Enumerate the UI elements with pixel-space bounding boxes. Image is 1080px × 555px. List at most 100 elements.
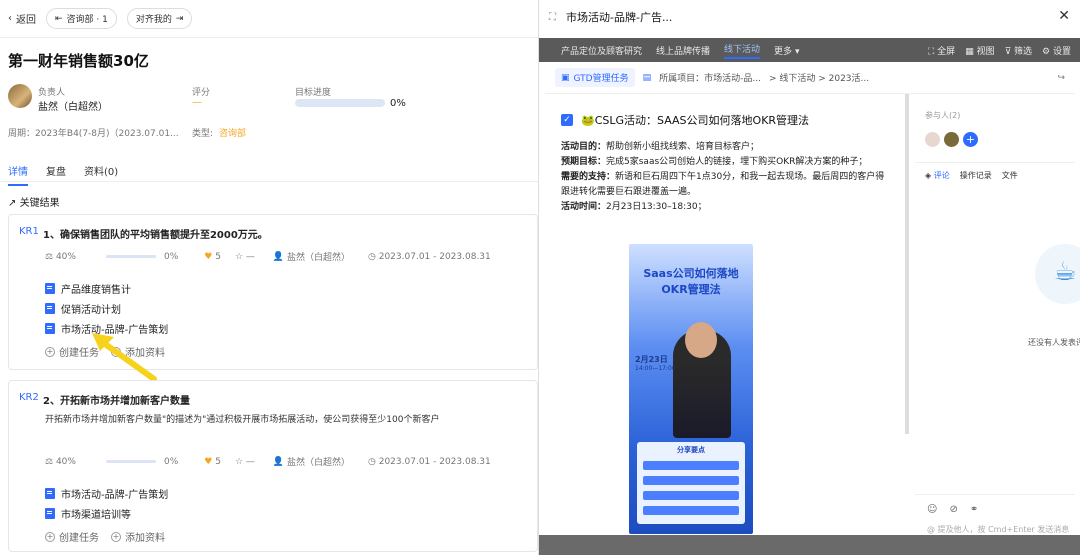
- crumb-tail[interactable]: > 线下活动 > 2023活...: [769, 71, 869, 84]
- task-label: 市场活动-品牌-广告策划: [61, 490, 169, 501]
- kr2-progress: 0%: [163, 456, 179, 467]
- kr1-owner[interactable]: 盐然（白超然）: [287, 250, 350, 263]
- target-label: 预期目标：: [561, 157, 607, 167]
- kr2-desc: 开拓新市场并增加新客户数量"的描述为"通过积极开展市场拓展活动，使公司获得至少1…: [45, 415, 440, 425]
- heart-icon: ♥: [204, 251, 213, 262]
- kr2-owner[interactable]: 盐然（白超然）: [287, 455, 350, 468]
- team-pill-label: 咨询部 · 1: [66, 15, 108, 25]
- avatar[interactable]: [925, 132, 940, 147]
- share-icon[interactable]: ↪: [1057, 73, 1065, 83]
- goal-text: 帮助创新小组找线索、培育目标客户；: [606, 142, 760, 152]
- poster-row: [643, 476, 739, 485]
- kr1-title[interactable]: 1、确保销售团队的平均销售额提升至2000万元。: [43, 226, 268, 241]
- trend-icon: ↗: [8, 198, 17, 209]
- kr1-task-2[interactable]: 促销活动计划: [45, 301, 121, 316]
- task-doc-icon: [45, 488, 55, 499]
- tab-operation-log[interactable]: 操作记录: [960, 170, 992, 181]
- side-tabs: ◈ 评论 操作记录 文件: [925, 170, 1018, 181]
- task-description: 活动目的：帮助创新小组找线索、培育目标客户； 预期目标：完成5家saas公司创始…: [561, 140, 891, 215]
- task-detail: ▣ GTD管理任务 ▤ 所属项目：市场活动-品... > 线下活动 > 2023活…: [545, 62, 1080, 555]
- task-checkbox[interactable]: ✓: [561, 114, 573, 126]
- owner-value[interactable]: 盐然（白超然）: [38, 98, 108, 113]
- back-button[interactable]: ‹ 返回: [8, 11, 36, 26]
- content-scrollbar[interactable]: [905, 94, 909, 434]
- kr2-create-task-button[interactable]: + 创建任务: [45, 529, 99, 544]
- tab-divider: [0, 181, 538, 182]
- kr2-confidence[interactable]: 5: [215, 457, 221, 467]
- fullscreen-button[interactable]: ⛶ 全屏: [928, 44, 955, 57]
- close-icon[interactable]: ✕: [1058, 8, 1070, 24]
- attachment-icon[interactable]: ⊘: [949, 504, 957, 515]
- clock-icon: ◷: [368, 251, 376, 262]
- tab-online-brand[interactable]: 线上品牌传播: [656, 44, 710, 57]
- team-pill[interactable]: ⇤ 咨询部 · 1: [46, 8, 117, 29]
- kr1-date[interactable]: 2023.07.01 - 2023.08.31: [379, 252, 491, 262]
- gtd-icon: ▣: [561, 72, 570, 83]
- comment-input[interactable]: @ 提及他人，按 Cmd+Enter 发送消息: [927, 524, 1069, 535]
- view-button[interactable]: ▦ 视图: [965, 44, 994, 57]
- emoji-icon[interactable]: ☺: [927, 504, 937, 515]
- drawer-header: ⛶ 市场活动-品牌-广告... ✕: [539, 0, 1080, 34]
- poster-time: 14:00—17:00: [635, 365, 676, 372]
- tab-review[interactable]: 复盘: [46, 163, 66, 178]
- tab-comments[interactable]: ◈ 评论: [925, 170, 950, 181]
- heart-icon: ♥: [204, 456, 213, 467]
- kr2-task-1[interactable]: 市场活动-品牌-广告策划: [45, 486, 168, 501]
- poster-title: Saas公司如何落地OKR管理法: [643, 267, 739, 296]
- user-icon: 👤: [272, 456, 285, 467]
- kr2-task-2[interactable]: 市场渠道培训等: [45, 506, 131, 521]
- kr2-card[interactable]: KR2 2、开拓新市场并增加新客户数量 开拓新市场并增加新客户数量"的描述为"通…: [8, 380, 538, 552]
- score-value[interactable]: —: [192, 97, 202, 108]
- task-doc-icon: [45, 323, 55, 334]
- project-crumb[interactable]: 所属项目：市场活动-品...: [659, 71, 761, 84]
- kr2-add-material-button[interactable]: + 添加资料: [111, 529, 165, 544]
- task-doc-icon: [45, 508, 55, 519]
- gtd-label: GTD管理任务: [573, 74, 629, 84]
- gtd-badge[interactable]: ▣ GTD管理任务: [555, 68, 635, 87]
- time-label: 活动时间：: [561, 202, 607, 212]
- kr2-mini-progress: [105, 460, 156, 463]
- kr1-task-1[interactable]: 产品维度销售计: [45, 281, 131, 296]
- avatar[interactable]: [8, 84, 32, 108]
- kr1-create-task-button[interactable]: + 创建任务: [45, 344, 99, 359]
- clock-icon: ◷: [368, 456, 376, 467]
- filter-button[interactable]: ⊽ 筛选: [1005, 44, 1032, 57]
- poster-share-title: 分享要点: [677, 446, 705, 454]
- period-text: 周期：2023年B4(7-8月)（2023.07.01...: [8, 129, 179, 139]
- kr2-title[interactable]: 2、开拓新市场并增加新客户数量: [43, 392, 190, 407]
- tab-product-research[interactable]: 产品定位及顾客研究: [561, 44, 642, 57]
- back-label: 返回: [16, 15, 36, 26]
- kr2-date[interactable]: 2023.07.01 - 2023.08.31: [379, 457, 491, 467]
- filter-label: 筛选: [1014, 46, 1033, 57]
- add-participant-button[interactable]: +: [963, 132, 978, 147]
- tab-files[interactable]: 文件: [1002, 170, 1018, 181]
- star-icon[interactable]: ☆: [235, 457, 243, 467]
- task-title[interactable]: 🐸CSLG活动：SAAS公司如何落地OKR管理法: [581, 112, 809, 128]
- settings-button[interactable]: ⚙ 设置: [1042, 44, 1071, 57]
- kr1-card[interactable]: KR1 1、确保销售团队的平均销售额提升至2000万元。 ⚖ 40% 0% ♥ …: [8, 214, 538, 370]
- tab-offline-activity[interactable]: 线下活动: [724, 42, 761, 59]
- task-breadcrumb: ▣ GTD管理任务 ▤ 所属项目：市场活动-品... > 线下活动 > 2023活…: [545, 62, 1075, 94]
- event-poster-image[interactable]: Saas公司如何落地OKR管理法 2月23日 14:00—17:00 分享要点: [629, 244, 753, 534]
- kr2-meta: ⚖ 40% 0% ♥ 5 ☆ — 👤 盐然（白超然） ◷ 2023.07.01 …: [45, 455, 491, 469]
- link-icon[interactable]: ⚭: [970, 504, 978, 515]
- empty-comment-illustration-icon: ☕: [1035, 244, 1080, 304]
- no-comment-text: 还没有人发表评: [1028, 338, 1080, 347]
- task-drawer: ⛶ 市场活动-品牌-广告... ✕ 产品定位及顾客研究 线上品牌传播 线下活动 …: [538, 0, 1080, 555]
- page-title: 第一财年销售额30亿: [8, 52, 149, 70]
- tab-materials[interactable]: 资料(0): [84, 163, 118, 178]
- board-actions: ⛶ 全屏 ▦ 视图 ⊽ 筛选 ⚙ 设置: [928, 38, 1071, 62]
- task-doc-icon: [45, 303, 55, 314]
- type-value[interactable]: 咨询部: [219, 126, 246, 139]
- side-panel: 参与人(2) + ◈ 评论 操作记录 文件 ☕ 还没有人发表评 ☺ ⊘ ⚭ @ …: [915, 94, 1080, 555]
- avatar[interactable]: [944, 132, 959, 147]
- tab-detail[interactable]: 详情: [8, 163, 28, 186]
- expand-icon[interactable]: ⛶: [549, 12, 556, 23]
- tab-more[interactable]: 更多 ▾: [774, 44, 799, 57]
- align-pill-label: 对齐我的: [135, 15, 172, 25]
- kr1-confidence[interactable]: 5: [215, 252, 221, 262]
- star-icon[interactable]: ☆: [235, 252, 243, 262]
- kr2-tag: KR2: [19, 392, 39, 403]
- comment-tab-icon: ◈: [925, 171, 932, 180]
- align-pill[interactable]: 对齐我的 ⇥: [126, 8, 193, 29]
